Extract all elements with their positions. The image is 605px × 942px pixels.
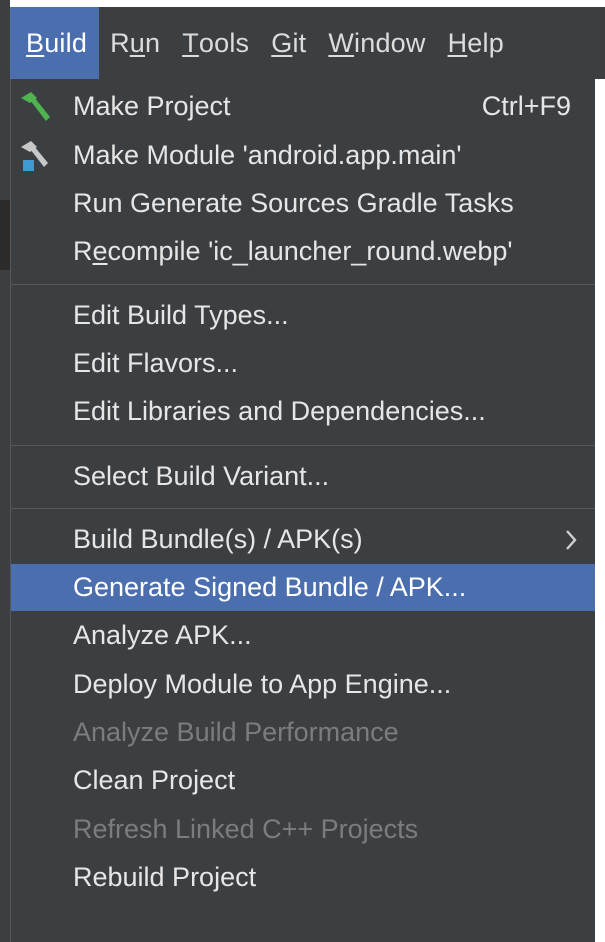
menu-tools[interactable]: Tools: [171, 7, 260, 79]
menu-item-refresh-linked-cpp: Refresh Linked C++ Projects: [11, 806, 595, 853]
menu-run-mnemonic: u: [129, 27, 145, 58]
make-module-label: Make Module 'android.app.main': [73, 140, 462, 170]
rebuild-project-label: Rebuild Project: [73, 862, 257, 892]
build-bundle-label: Build Bundle(s) / APK(s): [73, 524, 363, 554]
menu-separator: [11, 508, 595, 509]
menu-item-rebuild-project[interactable]: Rebuild Project: [11, 854, 595, 901]
main-menubar: Build Run Tools Git Window Help: [0, 7, 605, 79]
refresh-linked-cpp-label: Refresh Linked C++ Projects: [73, 814, 419, 844]
menu-window-label: indow: [354, 27, 426, 58]
menu-item-select-build-variant[interactable]: Select Build Variant...: [11, 453, 595, 500]
clean-project-label: Clean Project: [73, 765, 236, 795]
menu-run[interactable]: Run: [99, 7, 171, 79]
make-project-shortcut: Ctrl+F9: [481, 91, 571, 121]
menu-window[interactable]: Window: [317, 7, 436, 79]
menu-tools-mnemonic: T: [182, 27, 199, 58]
edit-libraries-label: Edit Libraries and Dependencies...: [73, 396, 486, 426]
recompile-label: Recompile 'ic_launcher_round.webp': [73, 236, 513, 267]
recompile-label-pre: R: [73, 236, 93, 266]
run-generate-sources-label: Run Generate Sources Gradle Tasks: [73, 188, 514, 218]
menu-git[interactable]: Git: [260, 7, 317, 79]
menu-item-edit-build-types[interactable]: Edit Build Types...: [11, 292, 595, 339]
menu-build-label: uild: [44, 27, 88, 58]
menu-item-run-generate-sources[interactable]: Run Generate Sources Gradle Tasks: [11, 180, 595, 227]
menu-item-edit-libraries[interactable]: Edit Libraries and Dependencies...: [11, 388, 595, 435]
ide-background-strip: [0, 0, 10, 942]
menu-window-mnemonic: W: [328, 27, 355, 58]
menu-item-analyze-build-performance: Analyze Build Performance: [11, 709, 595, 756]
menu-item-edit-flavors[interactable]: Edit Flavors...: [11, 340, 595, 387]
menu-help-label: elp: [467, 27, 504, 58]
chevron-right-icon: [566, 530, 577, 550]
editor-edge: [0, 200, 10, 270]
menu-item-analyze-apk[interactable]: Analyze APK...: [11, 612, 595, 659]
generate-signed-bundle-label: Generate Signed Bundle / APK...: [73, 572, 467, 602]
make-project-label: Make Project: [73, 91, 231, 121]
menu-build[interactable]: Build: [10, 7, 100, 79]
menu-run-label-pre: R: [110, 27, 130, 58]
select-build-variant-label: Select Build Variant...: [73, 461, 330, 491]
menu-item-recompile[interactable]: Recompile 'ic_launcher_round.webp': [11, 228, 595, 275]
menu-run-label-post: n: [144, 27, 161, 58]
analyze-build-performance-label: Analyze Build Performance: [73, 717, 399, 747]
recompile-label-post: compile 'ic_launcher_round.webp': [107, 236, 513, 266]
menu-tools-label: ools: [198, 27, 250, 58]
hammer-module-icon: [21, 141, 48, 171]
recompile-mnemonic: e: [92, 236, 108, 266]
menu-item-build-bundle[interactable]: Build Bundle(s) / APK(s): [11, 516, 595, 563]
edit-flavors-label: Edit Flavors...: [73, 348, 239, 378]
menu-item-deploy-module[interactable]: Deploy Module to App Engine...: [11, 661, 595, 708]
menu-git-label: it: [292, 27, 307, 58]
menu-help-mnemonic: H: [447, 27, 468, 58]
build-menu-dropdown: Make Project Ctrl+F9 Make Module 'androi…: [10, 79, 595, 942]
menu-help[interactable]: Help: [437, 7, 515, 79]
screenshot-frame: Build Run Tools Git Window Help Make Pro…: [0, 0, 605, 942]
edit-build-types-label: Edit Build Types...: [73, 300, 289, 330]
deploy-module-label: Deploy Module to App Engine...: [73, 669, 452, 699]
menu-build-mnemonic: B: [26, 27, 45, 58]
menu-item-generate-signed-bundle[interactable]: Generate Signed Bundle / APK...: [11, 564, 595, 611]
menu-item-make-project[interactable]: Make Project Ctrl+F9: [11, 83, 595, 130]
menu-separator: [11, 284, 595, 285]
analyze-apk-label: Analyze APK...: [73, 620, 252, 650]
menu-git-mnemonic: G: [271, 27, 293, 58]
menu-item-make-module[interactable]: Make Module 'android.app.main': [11, 132, 595, 179]
menu-separator: [11, 445, 595, 446]
hammer-icon: [21, 92, 50, 121]
menu-item-clean-project[interactable]: Clean Project: [11, 757, 595, 804]
